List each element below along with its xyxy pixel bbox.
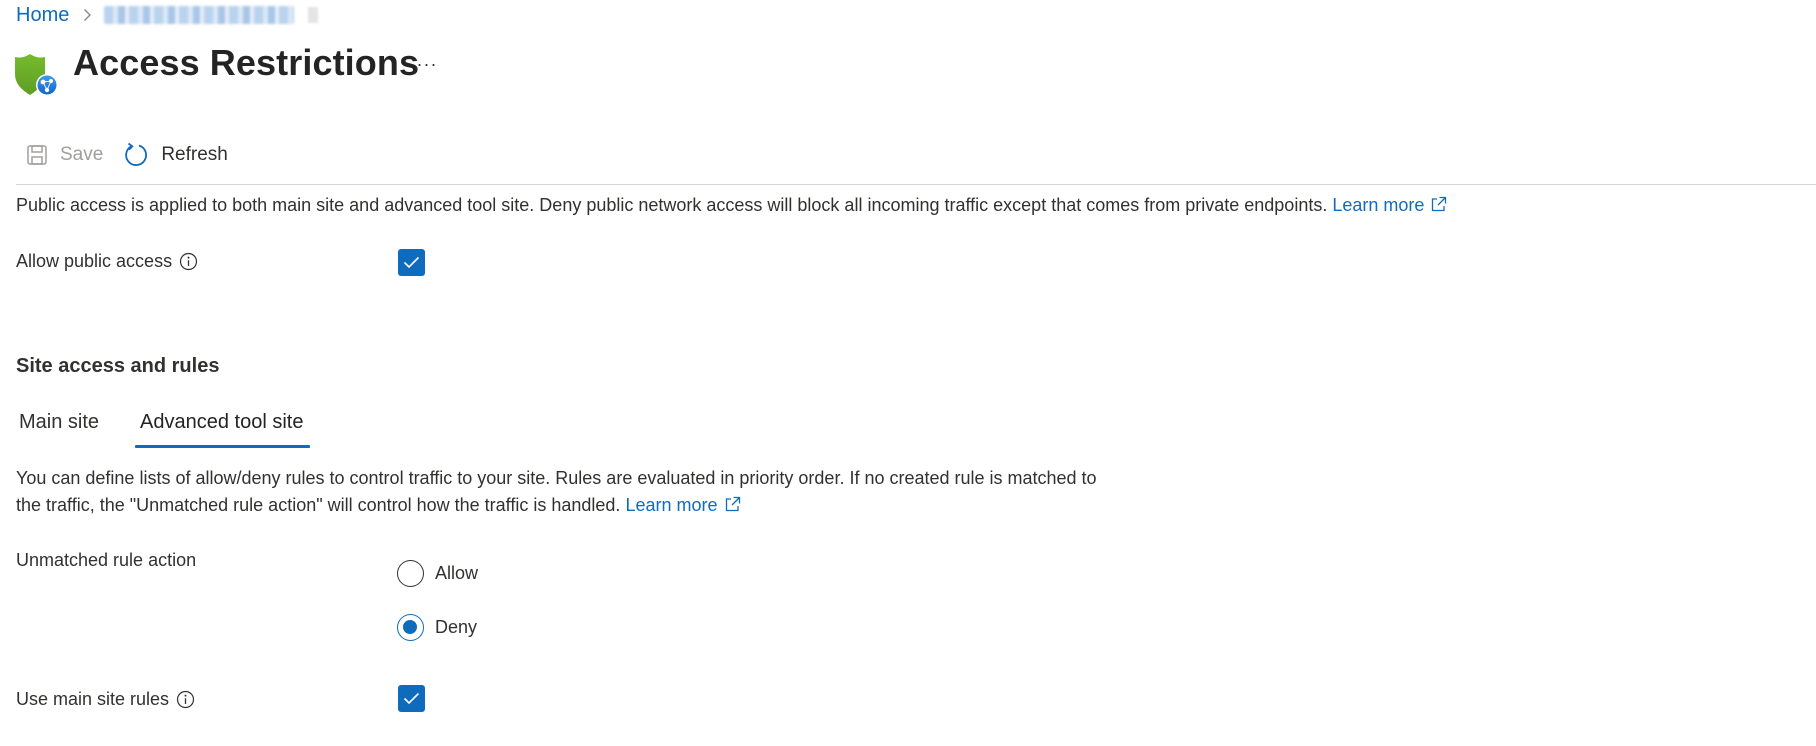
- learn-more-label: Learn more: [1332, 195, 1425, 215]
- site-access-heading: Site access and rules: [16, 355, 220, 377]
- info-icon[interactable]: [179, 252, 198, 271]
- unmatched-rule-action-text: Unmatched rule action: [16, 550, 197, 570]
- public-access-learn-more-link[interactable]: Learn more: [1332, 195, 1447, 215]
- refresh-icon: [125, 142, 148, 166]
- public-access-description: Public access is applied to both main si…: [16, 195, 1447, 218]
- save-button[interactable]: Save: [26, 144, 103, 166]
- allow-public-access-label: Allow public access: [16, 251, 198, 272]
- radio-deny-circle[interactable]: [397, 614, 424, 641]
- rules-description-line2: the traffic, the "Unmatched rule action"…: [16, 495, 621, 515]
- breadcrumb: Home: [16, 2, 319, 28]
- radio-deny[interactable]: Deny: [397, 614, 477, 641]
- allow-public-access-text: Allow public access: [16, 251, 173, 271]
- access-restrictions-shield-icon: [14, 52, 60, 98]
- rules-description-line2-wrap: the traffic, the "Unmatched rule action"…: [16, 492, 1236, 521]
- toolbar-divider: [16, 184, 1816, 185]
- unmatched-rule-action-label: Unmatched rule action: [16, 550, 196, 571]
- info-icon[interactable]: [176, 690, 195, 709]
- checkmark-icon: [403, 256, 420, 269]
- public-access-description-text: Public access is applied to both main si…: [16, 195, 1328, 215]
- rules-description-line1: You can define lists of allow/deny rules…: [16, 468, 1097, 488]
- refresh-label: Refresh: [161, 144, 228, 165]
- external-link-icon: [724, 494, 741, 521]
- rules-description: You can define lists of allow/deny rules…: [16, 465, 1236, 521]
- breadcrumb-home-link[interactable]: Home: [16, 4, 69, 27]
- tab-main-site[interactable]: Main site: [16, 406, 102, 444]
- use-main-site-rules-text: Use main site rules: [16, 689, 170, 709]
- use-main-site-rules-label: Use main site rules: [16, 689, 195, 710]
- site-tabs: Main site Advanced tool site: [16, 406, 311, 448]
- tab-advanced-tool-site[interactable]: Advanced tool site: [135, 406, 311, 448]
- save-icon: [27, 145, 47, 165]
- radio-allow-label: Allow: [435, 563, 479, 583]
- use-main-site-rules-checkbox[interactable]: [398, 685, 425, 712]
- checkmark-icon: [403, 692, 420, 705]
- breadcrumb-redacted-tail: [308, 7, 319, 23]
- page-title: Access Restrictions: [73, 42, 420, 83]
- more-options-button[interactable]: ···: [414, 52, 440, 76]
- radio-allow-circle[interactable]: [397, 560, 424, 587]
- external-link-icon: [1430, 196, 1447, 218]
- breadcrumb-current-redacted[interactable]: [104, 6, 295, 24]
- radio-allow[interactable]: Allow: [397, 560, 478, 587]
- rules-learn-more-link[interactable]: Learn more: [625, 495, 740, 515]
- chevron-right-icon: [83, 8, 92, 22]
- ellipsis-icon: ···: [416, 53, 438, 74]
- learn-more-label: Learn more: [625, 495, 718, 515]
- refresh-button[interactable]: Refresh: [123, 142, 228, 168]
- command-bar: Save Refresh: [26, 140, 228, 170]
- save-label: Save: [60, 144, 104, 165]
- allow-public-access-checkbox[interactable]: [398, 249, 425, 276]
- radio-deny-label: Deny: [435, 617, 478, 637]
